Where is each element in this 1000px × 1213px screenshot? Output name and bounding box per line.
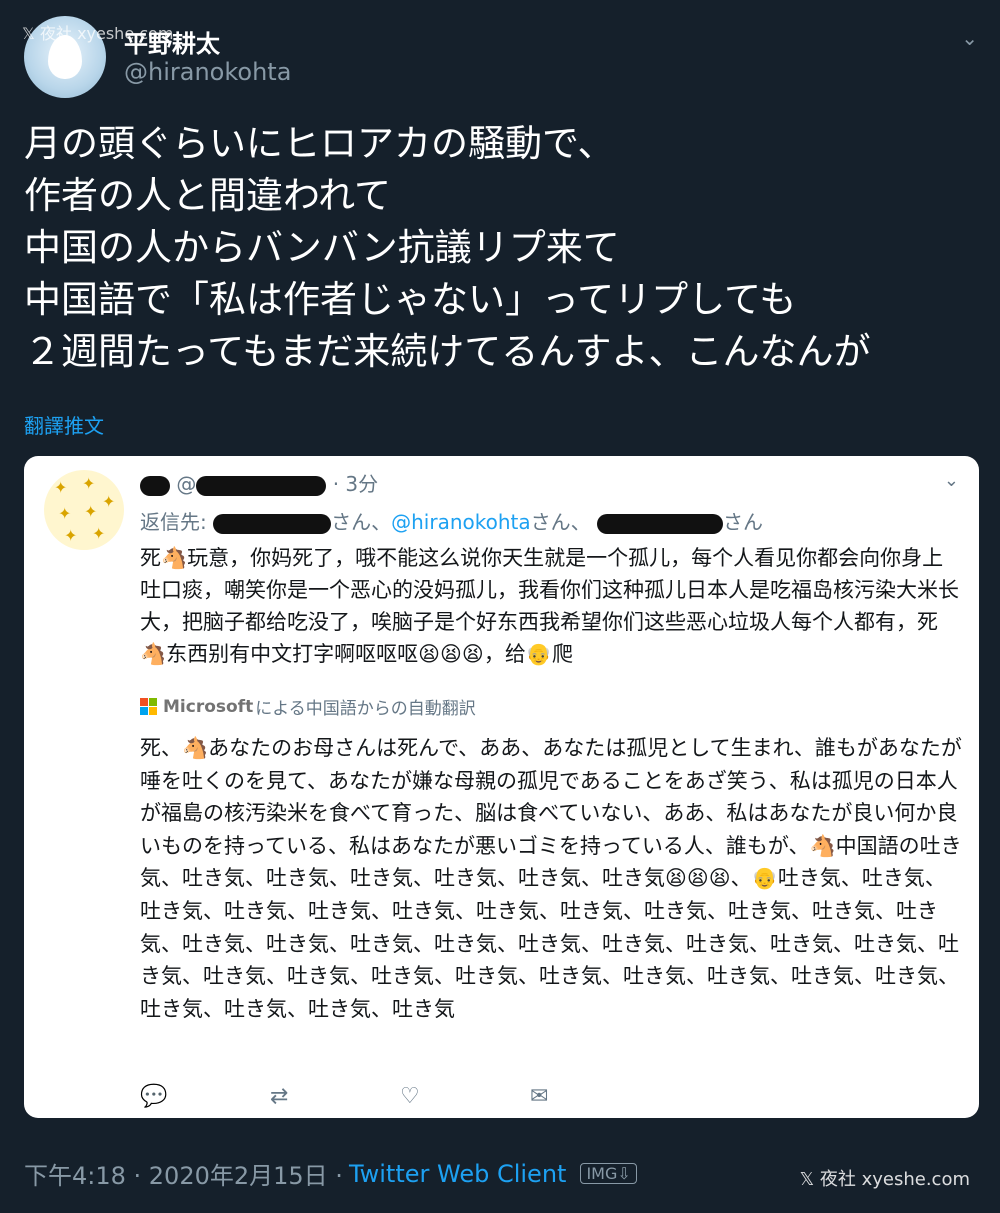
redacted-mention [596,513,723,534]
pikachu-icon: ✦ [54,478,68,497]
pikachu-icon: ✦ [84,502,98,521]
embedded-at: @ [176,472,197,496]
watermark-bottom: 𝕏 夜社 xyeshe.com [799,1169,970,1190]
author-handle[interactable]: @hiranokohta [124,58,291,86]
redacted-handle [196,475,327,496]
retweet-icon[interactable]: ⇄ [270,1084,400,1109]
embedded-chinese-text: 死🐴玩意，你妈死了，哦不能这么说你天生就是一个孤儿，每个人看见你都会向你身上吐口… [140,546,959,666]
tweet-line: 月の頭ぐらいにヒロアカの騒動で、 [24,122,615,165]
translation-attribution: Microsoft による中国語からの自動翻訳 [140,694,476,719]
tweet-footer: 下午4:18 · 2020年2月15日 · Twitter Web Client… [24,1156,637,1191]
pikachu-icon: ✦ [58,504,72,523]
redacted-name [140,475,170,496]
client-link[interactable]: Twitter Web Client [349,1160,567,1188]
reply-suffix: さん、 [530,510,591,534]
translate-tweet-link[interactable]: 翻譯推文 [24,410,104,439]
reply-icon[interactable]: 💬 [140,1084,270,1109]
message-icon[interactable]: ✉ [530,1084,660,1109]
embedded-actions: 💬 ⇄ ♡ ✉ [140,1084,660,1109]
tweet-line: 作者の人と間違われて [24,174,392,217]
embedded-tweet-card[interactable]: ✦ ✦ ✦ ✦ ✦ ✦ ✦ @ · 3分 ⌄ 返信先: さん、@hiranoko… [24,456,979,1118]
tweet-line: 中国語で「私は作者じゃない」ってリプしても [24,278,797,321]
embedded-time[interactable]: · 3分 [333,472,378,496]
microsoft-logo-icon [140,698,157,715]
tweet-text: 月の頭ぐらいにヒロアカの騒動で、 作者の人と間違われて 中国の人からバンバン抗議… [24,118,974,378]
chevron-down-icon[interactable]: ⌄ [944,470,959,491]
embedded-avatar[interactable]: ✦ ✦ ✦ ✦ ✦ ✦ ✦ [44,470,124,550]
translation-brand: Microsoft [163,696,254,717]
embedded-header: @ · 3分 [140,468,378,497]
reply-label: 返信先: [140,510,207,534]
pikachu-icon: ✦ [82,474,96,493]
reply-suffix: さん [722,510,763,534]
author-display-name[interactable]: 平野耕太 [124,24,220,59]
translation-label: による中国語からの自動翻訳 [255,699,476,719]
pikachu-icon: ✦ [64,526,78,545]
pikachu-icon: ✦ [92,524,106,543]
redacted-mention [213,513,332,534]
tweet-line: 中国の人からバンバン抗議リプ来て [24,226,620,269]
reply-to-line: 返信先: さん、@hiranokohtaさん、 さん [140,506,763,535]
like-icon[interactable]: ♡ [400,1084,530,1109]
tweet-line: ２週間たってもまだ来続けてるんすよ、こんなんが [24,330,871,373]
pikachu-icon: ✦ [102,492,116,511]
img-download-badge[interactable]: IMG⇩ [580,1163,637,1184]
mention-link[interactable]: @hiranokohta [391,510,531,534]
chevron-down-icon[interactable]: ⌄ [961,26,978,50]
tweet-timestamp[interactable]: 下午4:18 · 2020年2月15日 · [24,1156,343,1191]
reply-suffix: さん、 [331,510,392,534]
embedded-japanese-translation: 死、🐴あなたのお母さんは死んで、ああ、あなたは孤児として生まれ、誰もがあなたが唾… [140,736,962,1021]
